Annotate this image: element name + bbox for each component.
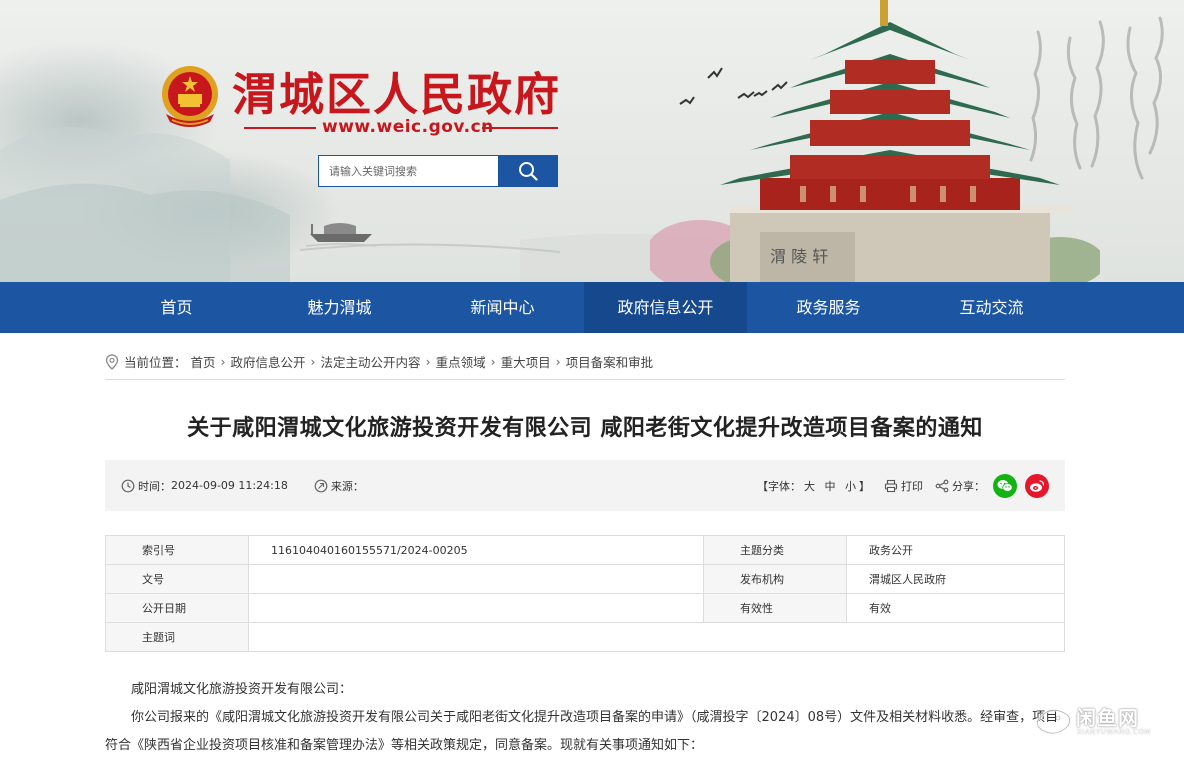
weibo-icon bbox=[1030, 479, 1045, 492]
location-pin-icon bbox=[105, 353, 119, 370]
article-meta-table: 索引号 116104040160155571/2024-00205 主题分类 政… bbox=[105, 535, 1065, 652]
meta-value: 渭城区人民政府 bbox=[846, 564, 1065, 594]
search-icon bbox=[519, 162, 538, 181]
font-size-open: 【字体： bbox=[757, 479, 801, 493]
font-size-large[interactable]: 大 bbox=[804, 480, 815, 493]
time-value: 2024-09-09 11:24:18 bbox=[171, 479, 288, 492]
share-weibo-button[interactable] bbox=[1025, 473, 1049, 498]
watermark-text: 闲鱼网 bbox=[1076, 706, 1139, 730]
breadcrumb-link[interactable]: 政府信息公开 bbox=[231, 352, 306, 371]
meta-label: 有效性 bbox=[703, 593, 848, 623]
search-bar bbox=[318, 155, 558, 187]
share-wechat-button[interactable] bbox=[993, 473, 1017, 498]
print-icon[interactable] bbox=[884, 479, 898, 493]
breadcrumb-link[interactable]: 首页 bbox=[191, 352, 216, 371]
print-button[interactable]: 打印 bbox=[901, 478, 923, 494]
nav-item-charm[interactable]: 魅力渭城 bbox=[258, 282, 421, 333]
meta-value: 政务公开 bbox=[846, 535, 1065, 565]
meta-value bbox=[248, 622, 1065, 652]
breadcrumb-link[interactable]: 项目备案和审批 bbox=[566, 352, 654, 371]
breadcrumb-separator: › bbox=[220, 354, 226, 369]
site-title[interactable]: 渭城区人民政府 bbox=[232, 58, 561, 123]
svg-text:渭 陵 轩: 渭 陵 轩 bbox=[770, 247, 828, 266]
meta-value: 116104040160155571/2024-00205 bbox=[247, 535, 705, 565]
share-label: 分享： bbox=[952, 479, 985, 493]
meta-value bbox=[247, 593, 705, 623]
breadcrumb-separator: › bbox=[310, 354, 316, 369]
breadcrumb-separator: › bbox=[490, 354, 496, 369]
breadcrumb: 当前位置： 首页 › 政府信息公开 › 法定主动公开内容 › 重点领域 › 重大… bbox=[105, 352, 1065, 380]
national-emblem-icon bbox=[162, 66, 218, 127]
share-icon bbox=[935, 479, 949, 492]
table-row: 主题词 bbox=[105, 622, 1065, 652]
table-row: 索引号 116104040160155571/2024-00205 主题分类 政… bbox=[105, 535, 1065, 565]
watermark-url: XIANYUWANG.COM bbox=[1077, 728, 1151, 736]
font-size-medium[interactable]: 中 bbox=[825, 480, 836, 493]
meta-label: 文号 bbox=[105, 564, 249, 594]
boat-decoration bbox=[306, 223, 376, 247]
article-paragraph: 你公司报来的《咸阳渭城文化旅游投资开发有限公司关于咸阳老街文化提升改造项目备案的… bbox=[105, 710, 1059, 753]
site-url: www.weic.gov.cn bbox=[322, 117, 494, 137]
wechat-icon bbox=[997, 479, 1013, 492]
nav-item-interaction[interactable]: 互动交流 bbox=[910, 282, 1073, 333]
main-nav: 首页 魅力渭城 新闻中心 政府信息公开 政务服务 互动交流 bbox=[0, 282, 1184, 333]
breadcrumb-separator: › bbox=[425, 354, 431, 369]
meta-label: 公开日期 bbox=[105, 593, 249, 623]
divider bbox=[482, 127, 558, 129]
source-label: 来源： bbox=[330, 479, 364, 493]
article-info-bar: 时间： 2024-09-09 11:24:18 来源： 【字体： 大 中 小 】… bbox=[105, 460, 1065, 511]
breadcrumb-link[interactable]: 重大项目 bbox=[501, 352, 551, 371]
table-row: 文号 发布机构 渭城区人民政府 bbox=[105, 564, 1065, 594]
table-row: 公开日期 有效性 有效 bbox=[105, 593, 1065, 623]
nav-item-home[interactable]: 首页 bbox=[95, 282, 258, 333]
meta-value bbox=[247, 564, 705, 594]
article-title: 关于咸阳渭城文化旅游投资开发有限公司 咸阳老街文化提升改造项目备案的通知 bbox=[187, 416, 983, 441]
font-size-controls: 大 中 小 bbox=[801, 478, 859, 494]
meta-label: 发布机构 bbox=[703, 564, 848, 594]
meta-label: 主题词 bbox=[105, 622, 249, 652]
nav-item-info-disclosure[interactable]: 政府信息公开 bbox=[584, 282, 747, 333]
article-addressee: 咸阳渭城文化旅游投资开发有限公司： bbox=[131, 682, 353, 697]
breadcrumb-label: 当前位置： bbox=[124, 355, 187, 370]
meta-label: 索引号 bbox=[105, 535, 249, 565]
breadcrumb-link[interactable]: 法定主动公开内容 bbox=[321, 352, 421, 371]
clock-icon bbox=[121, 479, 135, 492]
calligraphy-decoration bbox=[1029, 16, 1164, 180]
header-banner: 渭城区人民政府 www.weic.gov.cn 请输入关键词搜索 渭 陵 轩 bbox=[0, 0, 1184, 282]
time-label: 时间： bbox=[138, 479, 171, 493]
search-button[interactable] bbox=[498, 155, 558, 187]
search-input[interactable] bbox=[318, 155, 498, 187]
article-body: 咸阳渭城文化旅游投资开发有限公司： 你公司报来的《咸阳渭城文化旅游投资开发有限公… bbox=[105, 676, 1065, 758]
meta-value: 有效 bbox=[846, 593, 1065, 623]
source-icon bbox=[314, 479, 328, 492]
breadcrumb-link[interactable]: 重点领域 bbox=[436, 352, 486, 371]
breadcrumb-separator: › bbox=[555, 354, 561, 369]
font-size-small[interactable]: 小 bbox=[845, 480, 856, 493]
divider bbox=[244, 127, 316, 129]
meta-label: 主题分类 bbox=[703, 535, 848, 565]
nav-item-services[interactable]: 政务服务 bbox=[747, 282, 910, 333]
nav-item-news[interactable]: 新闻中心 bbox=[421, 282, 584, 333]
font-size-close: 】 bbox=[859, 479, 870, 493]
